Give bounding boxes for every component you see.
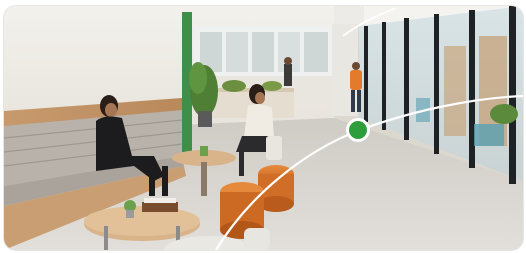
white-stool [266, 136, 282, 160]
location-dot-icon [346, 118, 370, 142]
photo-frame [4, 6, 523, 250]
office-photo [4, 6, 523, 250]
foreground-chair [244, 228, 270, 250]
corridor-ceiling [334, 6, 364, 26]
